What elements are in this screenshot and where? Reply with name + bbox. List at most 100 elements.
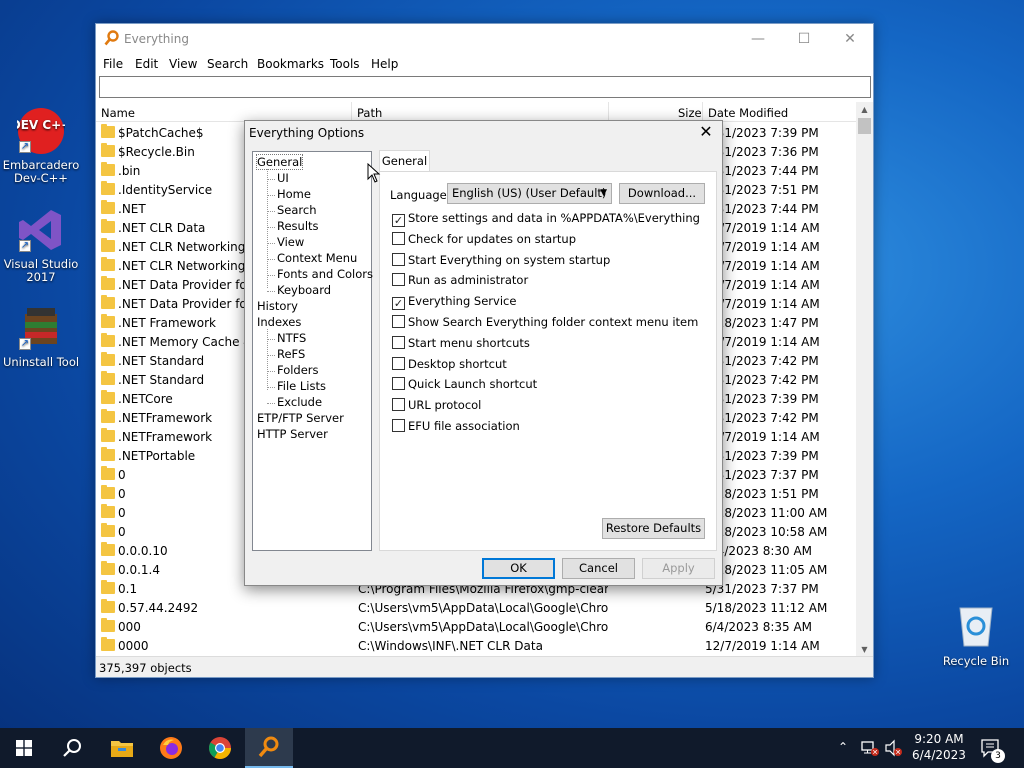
search-icon <box>63 739 81 757</box>
checkbox-8[interactable]: Quick Launch shortcut <box>392 377 537 391</box>
tree-connector <box>267 227 275 228</box>
file-name: .NET Memory Cache 4.0 <box>118 335 263 349</box>
checkbox-empty-icon[interactable] <box>392 398 405 412</box>
taskbar-firefox[interactable] <box>147 728 195 768</box>
close-button[interactable]: ✕ <box>827 24 873 54</box>
menu-search[interactable]: Search <box>207 57 248 71</box>
search-input[interactable] <box>99 76 871 98</box>
scrollbar-thumb[interactable] <box>858 118 871 134</box>
shortcut-arrow-icon: ↗ <box>19 141 31 153</box>
tab-general[interactable]: General <box>379 150 430 172</box>
file-name: 0.0.1.4 <box>118 563 160 577</box>
vertical-scrollbar[interactable]: ▲ ▼ <box>856 102 873 658</box>
column-path[interactable]: Path <box>357 106 382 120</box>
checkbox-empty-icon[interactable] <box>392 273 405 287</box>
folder-icon <box>101 447 115 461</box>
ok-button[interactable]: OK <box>482 558 555 579</box>
tree-item-etp-ftp-server[interactable]: ETP/FTP Server <box>257 411 344 425</box>
dialog-close-button[interactable]: ✕ <box>696 122 716 141</box>
checkbox-2[interactable]: Start Everything on system startup <box>392 252 610 267</box>
file-name: 0000 <box>118 639 149 653</box>
tree-item-folders[interactable]: Folders <box>277 363 319 377</box>
action-center-button[interactable]: 3 <box>980 738 1005 768</box>
tree-item-exclude[interactable]: Exclude <box>277 395 322 409</box>
tree-item-file-lists[interactable]: File Lists <box>277 379 326 393</box>
tree-connector <box>267 211 275 212</box>
tree-item-ntfs[interactable]: NTFS <box>277 331 306 345</box>
column-size[interactable]: Size <box>678 106 702 120</box>
apply-button[interactable]: Apply <box>642 558 715 579</box>
network-status-button[interactable]: ✕ <box>860 739 880 768</box>
tree-item-history[interactable]: History <box>257 299 298 313</box>
menu-bookmarks[interactable]: Bookmarks <box>257 57 324 71</box>
tree-item-refs[interactable]: ReFS <box>277 347 305 361</box>
tree-item-context-menu[interactable]: Context Menu <box>277 251 357 265</box>
tree-item-indexes[interactable]: Indexes <box>257 315 301 329</box>
tree-item-view[interactable]: View <box>277 235 304 249</box>
clock[interactable]: 9:20 AM 6/4/2023 <box>908 728 970 768</box>
volume-button[interactable]: ✕ <box>884 739 904 768</box>
menu-file[interactable]: File <box>103 57 123 71</box>
checkbox-4[interactable]: ✓ Everything Service <box>392 294 516 311</box>
tree-item-search[interactable]: Search <box>277 203 317 217</box>
start-button[interactable] <box>0 728 48 768</box>
general-panel: Language: English (US) (User Default) ▼ … <box>379 171 717 551</box>
checkbox-0[interactable]: ✓ Store settings and data in %APPDATA%\Ev… <box>392 211 700 227</box>
table-row[interactable]: 0.57.44.2492 C:\Users\vm5\AppData\Local\G… <box>96 598 858 617</box>
file-name: $PatchCache$ <box>118 126 204 140</box>
file-name: 0.57.44.2492 <box>118 601 199 615</box>
checkbox-1[interactable]: Check for updates on startup <box>392 231 576 246</box>
menu-edit[interactable]: Edit <box>135 57 158 71</box>
checkbox-empty-icon[interactable] <box>392 231 405 245</box>
column-name[interactable]: Name <box>101 106 135 120</box>
menu-view[interactable]: View <box>169 57 197 71</box>
column-date-modified[interactable]: Date Modified <box>708 106 788 120</box>
checkbox-empty-icon[interactable] <box>392 252 405 266</box>
checkbox-empty-icon[interactable] <box>392 315 405 328</box>
table-row[interactable]: 000 C:\Users\vm5\AppData\Local\Google\Chr… <box>96 617 858 636</box>
checkbox-empty-icon[interactable] <box>392 335 405 349</box>
checkbox-10[interactable]: EFU file association <box>392 419 520 433</box>
restore-defaults-button[interactable]: Restore Defaults <box>602 518 705 539</box>
file-path: C:\Windows\INF\.NET CLR Data <box>358 639 543 653</box>
checkbox-checked-icon[interactable]: ✓ <box>392 297 405 311</box>
checkbox-7[interactable]: Desktop shortcut <box>392 356 507 371</box>
table-row[interactable]: 0000 C:\Windows\INF\.NET CLR Data 12/7/201… <box>96 636 858 655</box>
checkbox-empty-icon[interactable] <box>392 356 405 370</box>
menu-tools[interactable]: Tools <box>330 57 360 71</box>
cancel-button[interactable]: Cancel <box>562 558 635 579</box>
desktop-icon-uninstall-tool[interactable]: ↗ Uninstall Tool <box>0 304 82 369</box>
tree-item-http-server[interactable]: HTTP Server <box>257 427 328 441</box>
tree-item-home[interactable]: Home <box>277 187 311 201</box>
tree-item-ui[interactable]: UI <box>277 171 289 185</box>
taskbar-search-button[interactable] <box>48 728 96 768</box>
tree-item-results[interactable]: Results <box>277 219 319 233</box>
checkbox-empty-icon[interactable] <box>392 377 405 391</box>
minimize-button[interactable]: — <box>735 24 781 54</box>
desktop-icon-recycle-bin[interactable]: Recycle Bin <box>936 600 1016 668</box>
desktop-icon-visual-studio[interactable]: ↗ Visual Studio 2017 <box>0 206 82 284</box>
checkbox-empty-icon[interactable] <box>392 419 405 432</box>
maximize-button[interactable]: ☐ <box>781 24 827 54</box>
tree-item-keyboard[interactable]: Keyboard <box>277 283 331 297</box>
desktop-icon-devcpp[interactable]: DEV C++ ↗ Embarcadero Dev-C++ <box>0 107 82 185</box>
taskbar-everything[interactable] <box>245 728 293 768</box>
checkbox-9[interactable]: URL protocol <box>392 398 481 412</box>
file-date: 6/4/2023 8:35 AM <box>705 620 813 634</box>
taskbar-file-explorer[interactable] <box>98 728 146 768</box>
download-button[interactable]: Download... <box>619 183 705 204</box>
menu-help[interactable]: Help <box>371 57 398 71</box>
checkbox-3[interactable]: Run as administrator <box>392 273 528 287</box>
show-hidden-icons-button[interactable]: ⌃ <box>838 740 848 768</box>
checkbox-6[interactable]: Start menu shortcuts <box>392 335 530 350</box>
tree-item-general[interactable]: General <box>255 154 304 170</box>
shortcut-arrow-icon: ↗ <box>19 240 31 252</box>
checkbox-5[interactable]: Show Search Everything folder context me… <box>392 315 698 329</box>
tree-item-fonts-and-colors[interactable]: Fonts and Colors <box>277 267 373 281</box>
scroll-up-icon[interactable]: ▲ <box>856 102 873 118</box>
language-select[interactable]: English (US) (User Default) ▼ <box>447 183 612 204</box>
folder-icon <box>101 352 115 366</box>
title-bar[interactable]: Everything — ☐ ✕ <box>96 24 873 54</box>
taskbar-chrome[interactable] <box>196 728 244 768</box>
checkbox-checked-icon[interactable]: ✓ <box>392 214 405 227</box>
